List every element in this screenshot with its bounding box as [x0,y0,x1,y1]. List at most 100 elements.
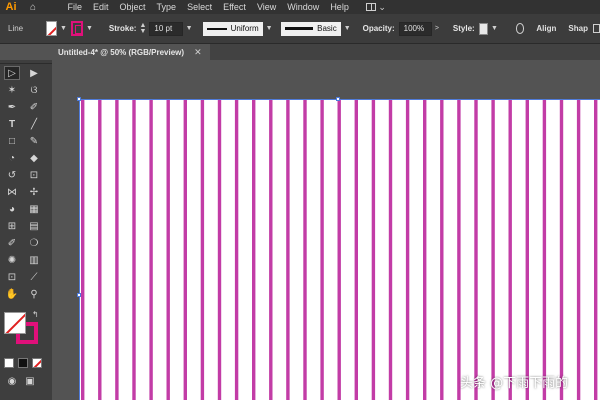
slice-tool-icon[interactable]: ⟋ [26,270,42,284]
lasso-tool-icon[interactable]: ଓ [26,83,42,97]
toolbar-grip[interactable] [0,60,52,64]
vertical-line[interactable] [388,99,393,400]
vertical-line[interactable] [81,99,85,400]
menu-help[interactable]: Help [325,0,355,14]
hand-tool-icon[interactable]: ✋ [4,287,20,301]
none-mode-icon[interactable] [32,358,42,368]
scale-tool-icon[interactable]: ⊡ [26,168,42,182]
vertical-lines-artwork[interactable] [79,99,600,400]
vertical-line[interactable] [269,99,273,400]
graphic-style-swatch[interactable] [478,22,488,35]
vertical-line[interactable] [542,99,547,400]
document-tab[interactable]: Untitled-4* @ 50% (RGB/Preview) ✕ [52,44,210,60]
opacity-label[interactable]: Opacity: [363,24,395,33]
profile-dropdown-icon[interactable]: ▼ [266,25,273,32]
perspective-grid-tool-icon[interactable]: ▦ [26,202,42,216]
shape-builder-tool-icon[interactable]: ◕ [4,202,20,216]
vertical-line[interactable] [183,99,187,400]
variable-width-profile[interactable]: Uniform [202,21,263,36]
gradient-tool-icon[interactable]: ▤ [26,219,42,233]
fill-none-swatch[interactable] [45,21,58,36]
menu-type[interactable]: Type [151,0,182,14]
vertical-line[interactable] [217,99,222,400]
menu-object[interactable]: Object [114,0,151,14]
canvas-area[interactable] [52,60,600,400]
fill-box-icon[interactable] [4,312,26,334]
stroke-weight-dropdown-icon[interactable]: ▼ [186,25,193,32]
vertical-line[interactable] [440,99,444,400]
symbol-sprayer-tool-icon[interactable]: ✺ [4,253,20,267]
vertical-line[interactable] [457,99,461,400]
swap-fill-stroke-icon[interactable]: ↰ [32,310,39,319]
vertical-line[interactable] [166,99,170,400]
eraser-tool-icon[interactable]: ◆ [26,151,42,165]
screen-mode-icon[interactable]: ▣ [22,374,38,388]
vertical-line[interactable] [525,99,529,400]
vertical-line[interactable] [286,99,290,400]
menu-window[interactable]: Window [282,0,325,14]
style-dropdown-icon[interactable]: ▼ [491,25,498,32]
vertical-line[interactable] [320,99,324,400]
vertical-line[interactable] [98,99,102,400]
stroke-weight-stepper-icon[interactable]: ▲ ▼ [139,22,146,35]
selection-tool-icon[interactable]: ▷ [4,66,20,80]
transform-icon[interactable] [592,24,600,33]
close-icon[interactable]: ✕ [194,47,202,58]
vertical-line[interactable] [576,99,581,400]
rotate-tool-icon[interactable]: ↺ [4,168,20,182]
eyedropper-tool-icon[interactable]: ✐ [4,236,20,250]
stroke-weight-field[interactable]: 10 pt [149,21,183,36]
vertical-line[interactable] [371,99,376,400]
draw-mode-icon[interactable]: ◉ [4,374,20,388]
mesh-tool-icon[interactable]: ⊞ [4,219,20,233]
fill-dropdown-icon[interactable]: ▼ [60,25,67,32]
pen-tool-icon[interactable]: ✒ [4,100,20,114]
selection-handle-top-middle[interactable] [336,97,340,101]
vertical-line[interactable] [474,99,478,400]
home-icon[interactable]: ⌂ [24,0,42,14]
vertical-line[interactable] [508,99,512,400]
workspace-switcher[interactable]: ⌄ [366,2,386,13]
menu-edit[interactable]: Edit [88,0,115,14]
stroke-dropdown-icon[interactable]: ▼ [86,25,93,32]
vertical-line[interactable] [337,99,341,400]
brush-definition[interactable]: Basic [280,21,341,36]
vertical-line[interactable] [491,99,495,400]
type-tool-icon[interactable]: T [4,117,20,131]
vertical-line[interactable] [200,99,205,400]
menu-effect[interactable]: Effect [218,0,252,14]
vertical-line[interactable] [303,99,307,400]
direct-selection-tool-icon[interactable]: ▶ [26,66,42,80]
vertical-line[interactable] [423,99,427,400]
opacity-dropdown-icon[interactable]: > [435,25,439,32]
selection-handle-top-left[interactable] [77,97,81,101]
curvature-tool-icon[interactable]: ✐ [26,100,42,114]
zoom-tool-icon[interactable]: ⚲ [26,287,42,301]
vertical-line[interactable] [594,99,598,400]
recolor-globe-icon[interactable] [515,23,525,34]
vertical-line[interactable] [234,99,239,400]
menu-view[interactable]: View [251,0,281,14]
vertical-line[interactable] [405,99,410,400]
stroke-label[interactable]: Stroke: [109,24,137,33]
align-button[interactable]: Align [536,24,556,33]
menu-select[interactable]: Select [182,0,218,14]
vertical-line[interactable] [132,99,136,400]
menu-file[interactable]: File [62,0,88,14]
stroke-color-swatch[interactable] [70,21,83,36]
brush-dropdown-icon[interactable]: ▼ [344,25,351,32]
line-segment-tool-icon[interactable]: ╱ [26,117,42,131]
vertical-line[interactable] [115,99,119,400]
width-tool-icon[interactable]: ⋈ [4,185,20,199]
shaper-tool-icon[interactable]: ◔ [4,151,20,165]
opacity-field[interactable]: 100% [398,21,432,36]
vertical-line[interactable] [149,99,153,400]
column-graph-tool-icon[interactable]: ▥ [26,253,42,267]
selection-handle-middle-left[interactable] [77,293,81,297]
vertical-line[interactable] [354,99,358,400]
puppet-warp-tool-icon[interactable]: ✢ [26,185,42,199]
gradient-mode-icon[interactable] [18,358,28,368]
vertical-line[interactable] [559,99,564,400]
blend-tool-icon[interactable]: ❍ [26,236,42,250]
rectangle-tool-icon[interactable]: □ [4,134,20,148]
